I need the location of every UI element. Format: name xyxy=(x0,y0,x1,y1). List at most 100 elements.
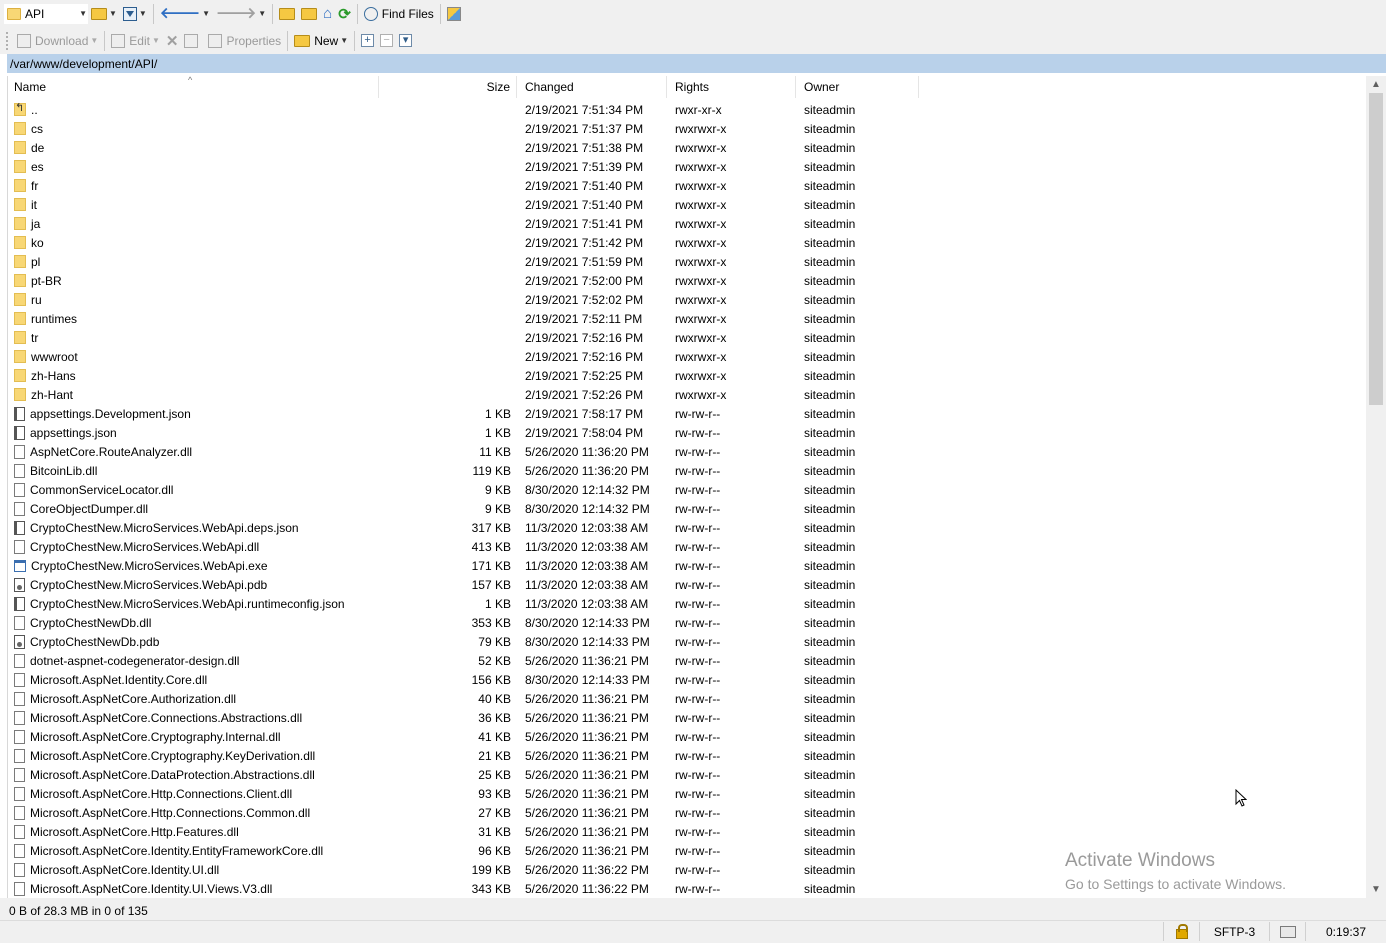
file-changed: 5/26/2020 11:36:20 PM xyxy=(525,444,649,459)
rename-button[interactable] xyxy=(181,30,205,52)
file-row[interactable]: ru 2/19/2021 7:52:02 PM rwxrwxr-x siteadmin xyxy=(8,290,1367,309)
location-combo[interactable]: API ▼ xyxy=(4,3,88,24)
file-name-cell: BitcoinLib.dll xyxy=(8,463,379,478)
file-row[interactable]: CryptoChestNewDb.pdb 79 KB 8/30/2020 12:14… xyxy=(8,632,1367,651)
file-owner: siteadmin xyxy=(804,539,856,554)
column-header-changed[interactable]: Changed xyxy=(517,76,667,98)
find-files-button[interactable]: Find Files xyxy=(361,3,437,25)
file-row[interactable]: Microsoft.AspNetCore.DataProtection.Abst… xyxy=(8,765,1367,784)
chevron-down-icon[interactable]: ▼ xyxy=(139,9,147,18)
file-row[interactable]: zh-Hant 2/19/2021 7:52:26 PM rwxrwxr-x site… xyxy=(8,385,1367,404)
file-row[interactable]: cs 2/19/2021 7:51:37 PM rwxrwxr-x siteadmin xyxy=(8,119,1367,138)
download-button[interactable]: Download ▼ xyxy=(14,30,101,52)
scrollbar-thumb[interactable] xyxy=(1369,93,1383,405)
file-row[interactable]: BitcoinLib.dll 119 KB 5/26/2020 11:36:20 P… xyxy=(8,461,1367,480)
file-row[interactable]: CommonServiceLocator.dll 9 KB 8/30/2020 12… xyxy=(8,480,1367,499)
file-row[interactable]: pt-BR 2/19/2021 7:52:00 PM rwxrwxr-x sitead… xyxy=(8,271,1367,290)
file-row[interactable]: runtimes 2/19/2021 7:52:11 PM rwxrwxr-x sit… xyxy=(8,309,1367,328)
file-row[interactable]: Microsoft.AspNetCore.Identity.UI.dll 199 … xyxy=(8,860,1367,879)
file-name: runtimes xyxy=(31,311,78,326)
dll-file-icon xyxy=(14,805,25,820)
column-header-size[interactable]: Size xyxy=(379,76,517,98)
chevron-down-icon[interactable]: ▼ xyxy=(90,36,98,45)
column-header-rights[interactable]: Rights xyxy=(667,76,796,98)
file-row[interactable]: CryptoChestNew.MicroServices.WebApi.pdb 1… xyxy=(8,575,1367,594)
chevron-down-icon[interactable]: ▼ xyxy=(202,9,210,18)
file-row[interactable]: zh-Hans 2/19/2021 7:52:25 PM rwxrwxr-x site… xyxy=(8,366,1367,385)
home-directory-button[interactable]: ⌂ xyxy=(320,3,335,25)
file-row[interactable]: Microsoft.AspNetCore.Authorization.dll 40… xyxy=(8,689,1367,708)
file-row[interactable]: dotnet-aspnet-codegenerator-design.dll 52… xyxy=(8,651,1367,670)
file-size: 413 KB xyxy=(471,539,511,554)
file-row[interactable]: pl 2/19/2021 7:51:59 PM rwxrwxr-x siteadmin xyxy=(8,252,1367,271)
file-owner: siteadmin xyxy=(804,273,856,288)
file-row[interactable]: fr 2/19/2021 7:51:40 PM rwxrwxr-x siteadmin xyxy=(8,176,1367,195)
file-row[interactable]: ja 2/19/2021 7:51:41 PM rwxrwxr-x siteadmin xyxy=(8,214,1367,233)
back-button[interactable]: 🡐 ▼ xyxy=(157,3,213,25)
file-row[interactable]: it 2/19/2021 7:51:40 PM rwxrwxr-x siteadmin xyxy=(8,195,1367,214)
file-row[interactable]: Microsoft.AspNetCore.Http.Connections.Co… xyxy=(8,803,1367,822)
file-row[interactable]: CryptoChestNew.MicroServices.WebApi.dll 4… xyxy=(8,537,1367,556)
file-row[interactable]: Microsoft.AspNetCore.Http.Features.dll 31… xyxy=(8,822,1367,841)
refresh-button[interactable]: ⟳ xyxy=(335,3,354,25)
file-row[interactable]: CryptoChestNew.MicroServices.WebApi.exe 1… xyxy=(8,556,1367,575)
forward-button[interactable]: 🡒 ▼ xyxy=(213,3,269,25)
file-row[interactable]: Microsoft.AspNet.Identity.Core.dll 156 KB… xyxy=(8,670,1367,689)
file-row[interactable]: .. 2/19/2021 7:51:34 PM rwxr-xr-x siteadmin xyxy=(8,100,1367,119)
file-row[interactable]: es 2/19/2021 7:51:39 PM rwxrwxr-x siteadmin xyxy=(8,157,1367,176)
file-row[interactable]: CryptoChestNewDb.dll 353 KB 8/30/2020 12:1… xyxy=(8,613,1367,632)
file-name: AspNetCore.RouteAnalyzer.dll xyxy=(30,444,193,459)
dll-file-icon xyxy=(14,881,25,896)
tree-toggle-button[interactable] xyxy=(444,3,464,25)
file-row[interactable]: CryptoChestNew.MicroServices.WebApi.deps… xyxy=(8,518,1367,537)
chevron-down-icon[interactable]: ▼ xyxy=(152,36,160,45)
file-row[interactable]: Microsoft.AspNetCore.Cryptography.Intern… xyxy=(8,727,1367,746)
chevron-down-icon[interactable]: ▼ xyxy=(340,36,348,45)
vertical-scrollbar[interactable]: ▲ ▼ xyxy=(1366,76,1386,898)
file-rights: rwxrwxr-x xyxy=(675,178,727,193)
path-bar[interactable]: /var/www/development/API/ xyxy=(7,54,1386,73)
open-directory-button[interactable]: ▼ xyxy=(88,3,120,25)
file-row[interactable]: ko 2/19/2021 7:51:42 PM rwxrwxr-x siteadmin xyxy=(8,233,1367,252)
file-row[interactable]: CryptoChestNew.MicroServices.WebApi.runt… xyxy=(8,594,1367,613)
file-row[interactable]: Microsoft.AspNetCore.Identity.UI.Views.V… xyxy=(8,879,1367,898)
file-row[interactable]: appsettings.json 1 KB 2/19/2021 7:58:04 PM… xyxy=(8,423,1367,442)
file-name-cell: .. xyxy=(8,101,379,117)
encryption-status[interactable] xyxy=(1163,922,1199,941)
delete-button[interactable]: ✕ xyxy=(163,30,182,52)
file-row[interactable]: Microsoft.AspNetCore.Cryptography.KeyDer… xyxy=(8,746,1367,765)
properties-button[interactable]: Properties xyxy=(205,30,284,52)
file-row[interactable]: Microsoft.AspNetCore.Identity.EntityFram… xyxy=(8,841,1367,860)
file-row[interactable]: de 2/19/2021 7:51:38 PM rwxrwxr-x siteadmin xyxy=(8,138,1367,157)
file-row[interactable]: appsettings.Development.json 1 KB 2/19/202… xyxy=(8,404,1367,423)
file-row[interactable]: CoreObjectDumper.dll 9 KB 8/30/2020 12:14:… xyxy=(8,499,1367,518)
file-row[interactable]: wwwroot 2/19/2021 7:52:16 PM rwxrwxr-x site… xyxy=(8,347,1367,366)
file-changed: 5/26/2020 11:36:21 PM xyxy=(525,767,649,782)
root-directory-button[interactable] xyxy=(298,3,320,25)
unselect-files-button[interactable]: − xyxy=(377,30,396,52)
select-files-button[interactable]: + xyxy=(358,30,377,52)
new-button[interactable]: New ▼ xyxy=(291,30,351,52)
file-row[interactable]: Microsoft.AspNetCore.Connections.Abstrac… xyxy=(8,708,1367,727)
file-name-cell: CoreObjectDumper.dll xyxy=(8,501,379,516)
column-header-owner[interactable]: Owner xyxy=(796,76,919,98)
file-name-cell: ko xyxy=(8,236,379,250)
file-list[interactable]: ^ Name Size Changed Rights Owner .. 2/19/… xyxy=(7,76,1386,898)
filter-files-button[interactable]: ▾ xyxy=(396,30,415,52)
parent-directory-button[interactable] xyxy=(276,3,298,25)
file-row[interactable]: Microsoft.AspNetCore.Http.Connections.Cl… xyxy=(8,784,1367,803)
chevron-down-icon[interactable]: ▼ xyxy=(109,9,117,18)
toolbar-grip[interactable] xyxy=(6,31,10,50)
edit-icon xyxy=(111,33,126,48)
chevron-down-icon[interactable]: ▼ xyxy=(258,9,266,18)
file-row[interactable]: AspNetCore.RouteAnalyzer.dll 11 KB 5/26/20… xyxy=(8,442,1367,461)
column-header-name[interactable]: ^ Name xyxy=(8,76,379,98)
scroll-down-icon[interactable]: ▼ xyxy=(1366,881,1386,898)
chevron-down-icon[interactable]: ▼ xyxy=(79,9,87,18)
network-status[interactable] xyxy=(1269,922,1305,941)
filter-button[interactable]: ▼ xyxy=(120,3,150,25)
scroll-up-icon[interactable]: ▲ xyxy=(1366,76,1386,93)
file-name: zh-Hans xyxy=(31,368,76,383)
edit-button[interactable]: Edit ▼ xyxy=(108,30,163,52)
file-row[interactable]: tr 2/19/2021 7:52:16 PM rwxrwxr-x siteadmin xyxy=(8,328,1367,347)
